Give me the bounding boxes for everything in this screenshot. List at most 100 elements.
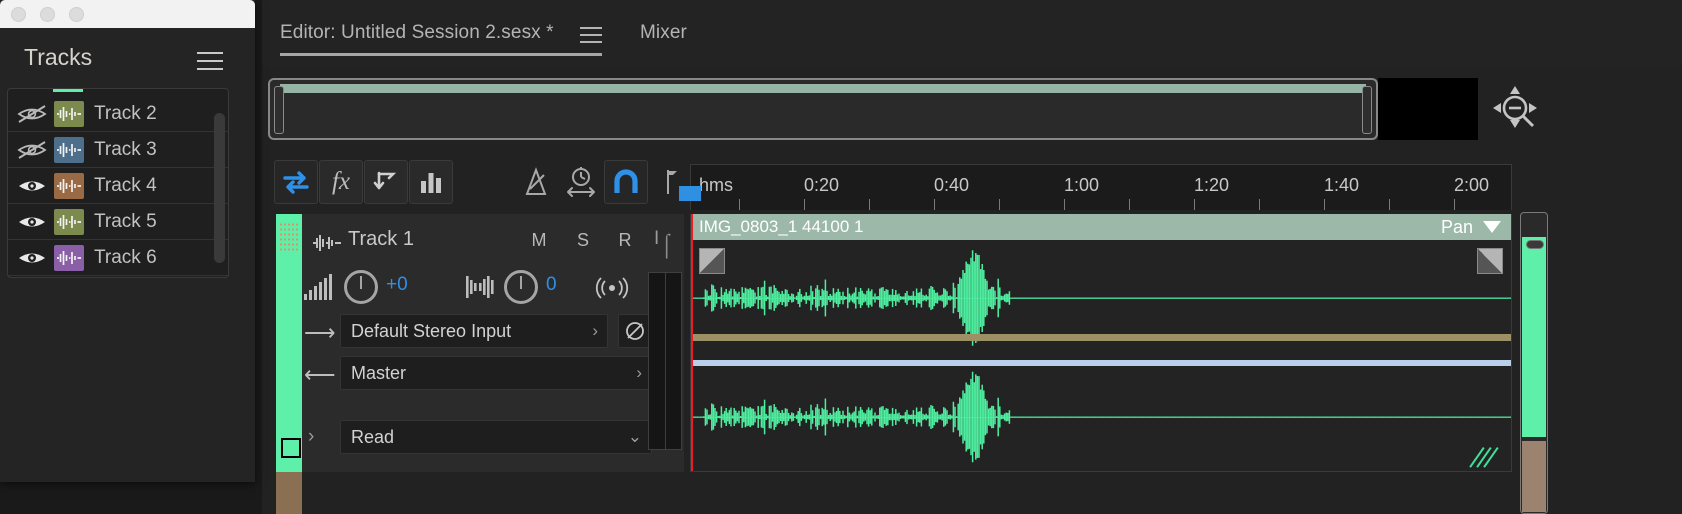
track-list-item[interactable]: Track 5 — [8, 204, 228, 240]
record-arm-button[interactable]: R — [612, 230, 638, 251]
eye-icon[interactable] — [17, 248, 47, 268]
clip-name-label: IMG_0803_1 44100 1 — [699, 217, 864, 236]
tab-editor[interactable]: Editor: Untitled Session 2.sesx * — [280, 22, 554, 44]
zoom-navigator-track[interactable] — [268, 78, 1378, 140]
zoom-navigator[interactable] — [268, 78, 1478, 140]
hamburger-menu-icon[interactable] — [580, 27, 602, 44]
metronome-icon[interactable] — [514, 160, 558, 204]
track-header-track1: Track 1 M S R I +0 0 ⟶ Default Stereo In… — [276, 214, 684, 472]
track-output-row: ⟵ Master › — [304, 356, 676, 390]
track-type-swatch — [54, 100, 84, 127]
zoom-navigator-content — [280, 84, 1366, 93]
mute-button[interactable]: M — [526, 230, 552, 251]
vertical-scrollbar-lower[interactable] — [1522, 441, 1546, 512]
tracks-list-scrollbar[interactable] — [214, 113, 225, 263]
output-select[interactable]: Master › — [340, 356, 652, 390]
zoom-out-magnifier-icon[interactable] — [1488, 82, 1544, 136]
pan-value[interactable]: 0 — [546, 274, 557, 296]
track-list-item-label: Track 5 — [94, 210, 157, 232]
next-track-color-strip — [276, 472, 302, 514]
bar-chart-icon[interactable] — [409, 160, 453, 204]
pan-envelope-line[interactable] — [691, 360, 1511, 366]
arrow-right-icon: ⟶ — [304, 320, 336, 345]
output-label: Master — [351, 362, 407, 383]
chevron-right-icon: › — [636, 363, 642, 382]
scrollbar-grab-handle[interactable] — [1526, 240, 1544, 249]
phase-invert-icon[interactable] — [618, 314, 652, 348]
two-way-arrow-icon[interactable] — [274, 160, 318, 204]
track-name-label[interactable]: Track 1 — [348, 228, 414, 251]
ruler-format-label[interactable]: hms — [699, 175, 733, 196]
eye-icon[interactable] — [17, 176, 47, 196]
track-list-item[interactable]: Track 4 — [8, 168, 228, 204]
track-select-button[interactable] — [281, 438, 301, 458]
input-meter-icon: I — [654, 228, 660, 249]
tracks-panel-header: Tracks — [0, 28, 255, 90]
timeline-ruler[interactable]: hms 0:20 0:40 1:00 1:20 1:40 2:00 — [690, 164, 1512, 210]
stopwatch-arrows-icon[interactable] — [559, 160, 603, 204]
send-arrow-icon[interactable] — [364, 160, 408, 204]
automation-mode-select[interactable]: Read ⌄ — [340, 420, 652, 454]
track-level-meter[interactable] — [648, 272, 682, 450]
pan-knob[interactable] — [504, 270, 538, 304]
track-list-item-label: Track 3 — [94, 138, 157, 160]
ruler-tick-label: 1:40 — [1324, 175, 1360, 195]
track-list-item[interactable]: Track 6 — [8, 240, 228, 276]
playhead-line — [691, 214, 693, 471]
zoom-handle-right[interactable] — [1362, 86, 1372, 134]
track-automation-row: › Read ⌄ — [304, 420, 676, 454]
volume-knob[interactable] — [344, 270, 378, 304]
track-color-strip[interactable] — [276, 214, 302, 472]
tracks-panel-title: Tracks — [24, 44, 93, 70]
solo-button[interactable]: S — [570, 230, 596, 251]
fx-icon[interactable]: fx — [319, 160, 363, 204]
vertical-scrollbar-thumb[interactable] — [1522, 237, 1546, 437]
chevron-down-icon: ⌄ — [627, 427, 642, 446]
track-grip-dots-icon — [279, 222, 299, 252]
volume-bars-icon — [304, 274, 336, 305]
chevron-right-icon[interactable]: › — [308, 426, 314, 448]
track-list-item-label: Track 6 — [94, 246, 157, 268]
track-type-swatch — [54, 172, 84, 199]
track-input-row: ⟶ Default Stereo Input › — [304, 314, 676, 348]
waveform-channel-right[interactable] — [691, 362, 1511, 471]
eye-off-icon[interactable] — [17, 140, 47, 160]
clip-title-bar[interactable]: IMG_0803_1 44100 1 Pan — [691, 214, 1511, 240]
monitor-input-icon[interactable] — [594, 276, 630, 305]
tracks-list[interactable]: Track 2 Track 3 Track 4 Track 5 Track 6 — [7, 88, 229, 278]
track-selection-marker — [53, 89, 83, 92]
ruler-tick-label: 0:40 — [934, 175, 970, 195]
magnet-icon[interactable] — [604, 160, 648, 204]
track-list-item-label: Track 4 — [94, 174, 157, 196]
hamburger-menu-icon[interactable] — [197, 52, 223, 71]
zoom-handle-left[interactable] — [274, 86, 284, 134]
envelope-mode-label[interactable]: Pan — [1441, 217, 1473, 238]
ruler-tick-label: 2:00 — [1454, 175, 1490, 195]
eye-icon[interactable] — [17, 212, 47, 232]
audio-clip[interactable]: IMG_0803_1 44100 1 Pan — [690, 214, 1512, 472]
eye-off-icon[interactable] — [17, 104, 47, 124]
playhead-handle[interactable] — [679, 186, 701, 210]
track-list-item[interactable]: Track 2 — [8, 96, 228, 132]
waveform-right — [691, 371, 1511, 463]
volume-envelope-line[interactable] — [691, 334, 1511, 341]
track-list-item[interactable]: Track 3 — [8, 132, 228, 168]
tab-mixer[interactable]: Mixer — [640, 22, 687, 44]
text-cursor-icon: ⌠ — [660, 232, 674, 257]
track-list-item-label: Track 2 — [94, 102, 157, 124]
resize-grip-icon[interactable] — [1469, 447, 1505, 468]
chevron-right-icon: › — [592, 321, 598, 340]
close-window-button[interactable] — [11, 7, 26, 22]
maximize-window-button[interactable] — [69, 7, 84, 22]
minimize-window-button[interactable] — [40, 7, 55, 22]
vertical-scrollbar[interactable] — [1520, 212, 1548, 514]
waveform-icon — [312, 234, 342, 257]
arrow-left-icon: ⟵ — [304, 362, 336, 387]
volume-value[interactable]: +0 — [386, 274, 408, 296]
tracks-panel: Tracks Track 2 Track 3 Track 4 Track 5 T… — [0, 0, 255, 482]
tracks-panel-titlebar[interactable] — [0, 0, 255, 28]
navigator-empty-area — [1378, 78, 1478, 140]
caret-down-icon[interactable] — [1483, 221, 1501, 233]
input-select[interactable]: Default Stereo Input › — [340, 314, 608, 348]
input-label: Default Stereo Input — [351, 320, 512, 341]
